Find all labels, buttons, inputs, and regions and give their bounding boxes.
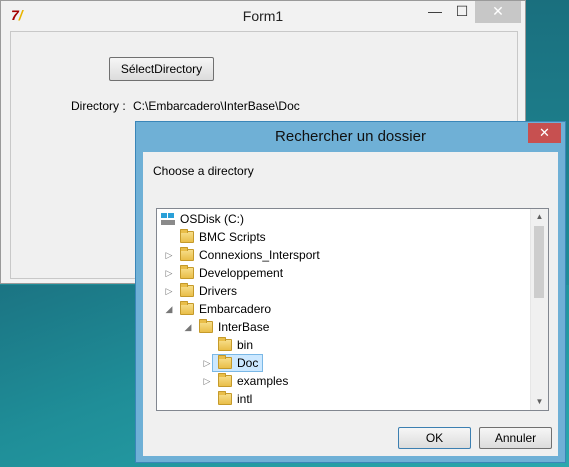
folder-icon: [218, 391, 232, 405]
folder-icon: [199, 319, 213, 333]
scroll-up-arrow-icon[interactable]: ▲: [531, 209, 548, 225]
tree-item-drivers[interactable]: ▷ Drivers: [157, 282, 532, 300]
folder-icon: [218, 373, 232, 387]
maximize-button[interactable]: ☐: [449, 1, 475, 23]
tree-item-embarcadero[interactable]: ◢ Embarcadero: [157, 300, 532, 318]
tree-item-label: Drivers: [199, 284, 237, 298]
cancel-button[interactable]: Annuler: [479, 427, 552, 449]
folder-icon: [180, 229, 194, 243]
folder-icon: [180, 265, 194, 279]
dialog-titlebar[interactable]: Rechercher un dossier ✕: [136, 122, 565, 152]
form1-close-button[interactable]: ✕: [475, 1, 521, 23]
browse-folder-dialog: Rechercher un dossier ✕ Choose a directo…: [135, 121, 566, 463]
folder-icon: [218, 355, 232, 369]
folder-icon: [180, 247, 194, 261]
tree-item-label: examples: [237, 374, 289, 388]
tree-item-label: Embarcadero: [199, 302, 272, 316]
folder-icon: [180, 301, 194, 315]
expand-arrow-icon[interactable]: ▷: [164, 264, 174, 282]
minimize-button[interactable]: —: [421, 1, 449, 23]
tree-item-label: bin: [237, 338, 254, 352]
dialog-body: Choose a directory OSDisk (C:) BMC Scrip…: [143, 152, 558, 456]
tree-item-interbase[interactable]: ◢ InterBase: [157, 318, 532, 336]
tree-item-osdisk[interactable]: OSDisk (C:): [157, 210, 532, 228]
tree-item-examples[interactable]: ▷ examples: [157, 372, 532, 390]
scroll-down-arrow-icon[interactable]: ▼: [531, 394, 548, 410]
form1-titlebar[interactable]: 7/ Form1 — ☐ ✕: [1, 1, 525, 31]
tree-vertical-scrollbar[interactable]: ▲ ▼: [530, 209, 548, 410]
folder-icon: [218, 337, 232, 351]
select-directory-button[interactable]: SélectDirectory: [109, 57, 214, 81]
expand-arrow-icon[interactable]: ▷: [164, 282, 174, 300]
tree-item-developpement[interactable]: ▷ Developpement: [157, 264, 532, 282]
scrollbar-thumb[interactable]: [534, 226, 544, 298]
expand-arrow-icon[interactable]: ▷: [202, 372, 212, 390]
folder-tree[interactable]: OSDisk (C:) BMC Scripts ▷ Connexions_Int…: [156, 208, 549, 411]
directory-value: C:\Embarcadero\InterBase\Doc: [133, 99, 300, 113]
expand-arrow-icon[interactable]: ▷: [202, 354, 212, 372]
collapse-arrow-icon[interactable]: ◢: [164, 300, 174, 318]
tree-item-bmc-scripts[interactable]: BMC Scripts: [157, 228, 532, 246]
tree-item-label: InterBase: [218, 320, 270, 334]
tree-item-label: Connexions_Intersport: [199, 248, 320, 262]
folder-icon: [180, 283, 194, 297]
ok-button[interactable]: OK: [398, 427, 471, 449]
tree-item-connexions-intersport[interactable]: ▷ Connexions_Intersport: [157, 246, 532, 264]
expand-arrow-icon[interactable]: ▷: [164, 246, 174, 264]
tree-item-bin[interactable]: bin: [157, 336, 532, 354]
tree-item-doc[interactable]: ▷ Doc: [157, 354, 532, 372]
dialog-title: Rechercher un dossier: [275, 128, 426, 145]
tree-item-intl[interactable]: intl: [157, 390, 532, 408]
tree-item-label: OSDisk (C:): [180, 212, 244, 226]
tree-item-label: BMC Scripts: [199, 230, 266, 244]
dialog-close-button[interactable]: ✕: [528, 123, 561, 143]
tree-item-label: intl: [237, 392, 253, 406]
directory-label: Directory :: [71, 99, 126, 113]
tree-item-label: Doc: [237, 356, 259, 370]
dialog-description: Choose a directory: [153, 164, 254, 178]
tree-item-label: Developpement: [199, 266, 284, 280]
collapse-arrow-icon[interactable]: ◢: [183, 318, 193, 336]
drive-icon: [161, 213, 175, 225]
